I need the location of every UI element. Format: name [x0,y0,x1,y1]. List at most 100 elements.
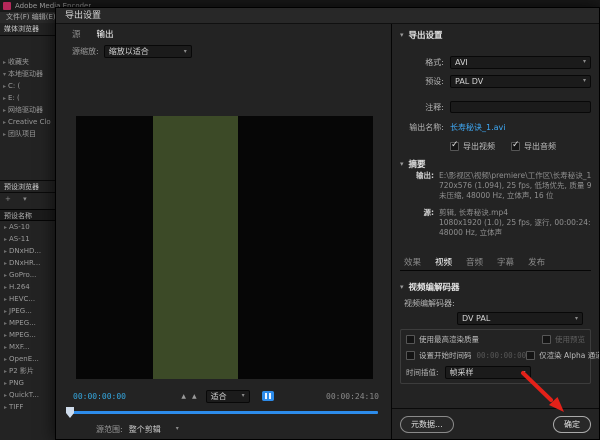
sidebar-item-drive-e[interactable]: ▸E: ( [0,92,55,104]
collapse-icon[interactable]: ▾ [400,283,404,291]
team-icon: ▸ [3,131,6,138]
preset-item[interactable]: ▸DNxHR... [0,257,55,269]
codec-dropdown[interactable]: DV PAL▾ [457,312,583,325]
start-timecode-value: 00:00:00:00 [477,351,527,360]
sidebar: 媒体浏览器 ▸收藏夹 ▾本地驱动器 ▸C: ( ▸E: ( ▸网络驱动器 ▸Cr… [0,23,56,440]
video-content [153,116,238,379]
tab-source[interactable]: 源 [72,28,81,40]
time-interpolation-label: 时间插值: [406,367,439,378]
chevron-down-icon: ▾ [169,426,179,432]
zoom-dropdown[interactable]: 适合▾ [206,390,250,403]
cloud-icon: ▸ [3,119,6,126]
checkbox-icon [406,351,415,360]
sidebar-item-drive-c[interactable]: ▸C: ( [0,80,55,92]
chevron-down-icon: ▾ [568,316,578,322]
drive-icon: ▸ [3,83,6,90]
preset-item[interactable]: ▸P2 影片 [0,365,55,377]
set-range-button[interactable] [262,391,274,401]
chevron-right-icon: ▸ [3,59,6,66]
preset-item[interactable]: ▸TIFF [0,401,55,413]
preset-item[interactable]: ▸MXF... [0,341,55,353]
drive-icon: ▸ [3,95,6,102]
chevron-right-icon: ▸ [4,320,7,327]
preset-item[interactable]: ▸H.264 [0,281,55,293]
checkbox-icon [526,351,535,360]
format-dropdown[interactable]: AVI▾ [450,56,591,69]
render-alpha-checkbox[interactable]: 仅渲染 Alpha 通道 [526,350,599,361]
preset-item[interactable]: ▸MPEG... [0,329,55,341]
chevron-right-icon: ▸ [4,356,7,363]
chevron-right-icon: ▸ [4,260,7,267]
preset-list: ▸AS-10 ▸AS-11 ▸DNxHD... ▸DNxHR... ▸GoPro… [0,221,55,413]
tab-video[interactable]: 视频 [435,256,452,270]
preset-dropdown[interactable]: PAL DV▾ [450,75,591,88]
tab-output[interactable]: 输出 [97,28,114,40]
dialog-footer: 元数据... 确定 [392,408,599,439]
current-timecode[interactable]: 00:00:00:00 [73,392,126,401]
tab-audio[interactable]: 音频 [466,256,483,270]
preset-item[interactable]: ▸QuickT... [0,389,55,401]
checkbox-checked-icon [511,142,520,151]
preset-item[interactable]: ▸GoPro... [0,269,55,281]
source-scaling-dropdown[interactable]: 缩放以适合▾ [104,45,192,58]
export-audio-checkbox[interactable]: 导出音频 [511,141,556,152]
max-render-quality-checkbox[interactable]: 使用最高渲染质量 [406,334,479,345]
collapse-icon[interactable]: ▾ [400,31,404,39]
sidebar-item-network-drives[interactable]: ▸网络驱动器 [0,104,55,116]
chevron-right-icon: ▸ [4,392,7,399]
menu-items[interactable]: 文件(F) 编辑(E) [6,13,56,21]
out-point-icon[interactable]: ▲ [192,393,197,400]
chevron-right-icon: ▸ [4,248,7,255]
preview-pane: 源 输出 源缩放: 缩放以适合▾ 00:00:00:00 ▲ ▲ [56,24,392,439]
export-settings-dialog: 导出设置 源 输出 源缩放: 缩放以适合▾ 00:00:00:00 ▲ [55,7,600,440]
preset-item[interactable]: ▸PNG [0,377,55,389]
preset-item[interactable]: ▸JPEG... [0,305,55,317]
sidebar-item-favorites[interactable]: ▸收藏夹 [0,56,55,68]
set-start-timecode-checkbox[interactable]: 设置开始时间码 [406,350,472,361]
metadata-button[interactable]: 元数据... [400,416,454,433]
preset-item[interactable]: ▸OpenE... [0,353,55,365]
preset-item[interactable]: ▸AS-11 [0,233,55,245]
in-point-icon[interactable]: ▲ [181,393,186,400]
tab-preset-browser[interactable]: 预设浏览器 [0,180,55,193]
tab-captions[interactable]: 字幕 [497,256,514,270]
chevron-right-icon: ▸ [4,404,7,411]
preset-item[interactable]: ▸DNxHD... [0,245,55,257]
tab-publish[interactable]: 发布 [528,256,545,270]
sidebar-item-local-drives[interactable]: ▾本地驱动器 [0,68,55,80]
tab-media-browser[interactable]: 媒体浏览器 [0,23,55,36]
preset-item[interactable]: ▸HEVC... [0,293,55,305]
comments-label: 注释: [400,102,444,113]
preset-item[interactable]: ▸MPEG... [0,317,55,329]
playhead-handle[interactable] [66,407,74,418]
chevron-down-icon: ▾ [235,393,245,399]
preset-toolbar[interactable]: + ▾ [0,193,55,205]
preset-list-header[interactable]: 预设名称 [0,209,55,221]
chevron-right-icon: ▸ [4,380,7,387]
preset-item[interactable]: ▸AS-10 [0,221,55,233]
summary-output-text: E:\影视区\视频\premiere\工作区\长寿秘诀_1.avi 720x57… [439,171,591,201]
collapse-icon[interactable]: ▾ [400,160,404,168]
export-video-checkbox[interactable]: 导出视频 [450,141,495,152]
duration-timecode: 00:00:24:10 [326,392,379,401]
export-settings-header: 导出设置 [409,29,443,41]
tab-effects[interactable]: 效果 [404,256,421,270]
sidebar-item-creative-cloud[interactable]: ▸Creative Clo [0,116,55,128]
comments-input[interactable] [450,101,591,113]
settings-tabs: 效果 视频 音频 字幕 发布 [400,255,591,271]
output-name-label: 输出名称: [400,122,444,133]
checkbox-checked-icon [450,142,459,151]
scrubber-track[interactable] [69,411,378,414]
time-interpolation-dropdown[interactable]: 帧采样▾ [445,366,531,379]
source-range-dropdown[interactable]: 整个剪辑▾ [129,424,179,435]
chevron-down-icon: ▾ [576,59,586,65]
dialog-title: 导出设置 [56,8,599,24]
timeline-scrubber[interactable] [69,406,378,419]
preset-label: 预设: [400,76,444,87]
output-name-link[interactable]: 长寿秘诀_1.avi [450,122,591,133]
sidebar-item-team-projects[interactable]: ▸团队项目 [0,128,55,140]
preview-canvas-area [56,60,391,386]
use-previews-checkbox[interactable]: 使用预览 [542,334,585,345]
render-options-group: 使用最高渲染质量 使用预览 设置开始时间码 00:00:00:00 仅渲染 Al… [400,329,591,384]
ok-button[interactable]: 确定 [553,416,591,433]
